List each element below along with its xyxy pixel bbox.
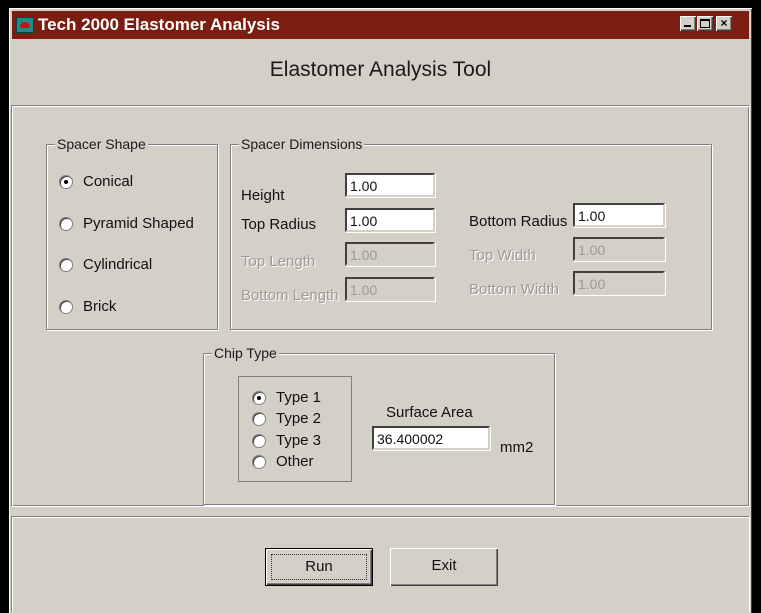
radio-other[interactable]: Other bbox=[252, 453, 314, 470]
radio-conical-label: Conical bbox=[83, 173, 134, 190]
radio-type-1[interactable]: Type 1 bbox=[252, 389, 321, 406]
maximize-button[interactable] bbox=[697, 16, 713, 31]
window-title: Tech 2000 Elastomer Analysis bbox=[38, 15, 280, 34]
radio-type-2-button[interactable] bbox=[252, 411, 266, 426]
top-radius-label: Top Radius bbox=[241, 216, 317, 233]
run-button[interactable]: Run bbox=[265, 548, 373, 586]
bottom-radius-label: Bottom Radius bbox=[469, 213, 568, 230]
app-window: Tech 2000 Elastomer Analysis × Elastomer… bbox=[9, 8, 752, 613]
top-width-input[interactable]: 1.00 bbox=[573, 237, 665, 261]
surface-area-unit: mm2 bbox=[500, 439, 534, 456]
radio-pyramid-shaped-label: Pyramid Shaped bbox=[83, 215, 194, 232]
bottom-radius-input[interactable]: 1.00 bbox=[573, 203, 665, 227]
surface-area-label: Surface Area bbox=[386, 404, 473, 421]
spacer-dimensions-group: Spacer Dimensions Height 1.00 Top Radius… bbox=[230, 136, 712, 330]
height-input[interactable]: 1.00 bbox=[345, 173, 435, 197]
radio-type-3[interactable]: Type 3 bbox=[252, 432, 321, 449]
spacer-shape-label: Spacer Shape bbox=[55, 136, 148, 152]
exit-button[interactable]: Exit bbox=[390, 548, 498, 586]
chip-type-group: Chip Type Type 1 Type 2 Type 3 Other Sur… bbox=[203, 345, 555, 505]
radio-conical[interactable]: Conical bbox=[59, 173, 133, 190]
radio-pyramid-shaped[interactable]: Pyramid Shaped bbox=[59, 215, 194, 232]
top-length-label: Top Length bbox=[241, 253, 316, 270]
bottom-length-label: Bottom Length bbox=[241, 287, 339, 304]
height-label: Height bbox=[241, 187, 285, 204]
radio-other-label: Other bbox=[276, 453, 314, 470]
radio-other-button[interactable] bbox=[252, 454, 266, 469]
radio-type-1-button[interactable] bbox=[252, 390, 266, 405]
button-panel: Run Exit bbox=[11, 516, 750, 612]
top-radius-input[interactable]: 1.00 bbox=[345, 208, 435, 232]
radio-cylindrical[interactable]: Cylindrical bbox=[59, 256, 152, 273]
radio-type-2-label: Type 2 bbox=[276, 410, 322, 427]
top-length-input[interactable]: 1.00 bbox=[345, 242, 435, 266]
run-button-label: Run bbox=[305, 558, 333, 575]
radio-brick-label: Brick bbox=[83, 298, 117, 315]
top-width-label: Top Width bbox=[469, 247, 536, 264]
app-icon[interactable] bbox=[16, 17, 34, 33]
exit-button-label: Exit bbox=[431, 557, 457, 574]
radio-brick-button[interactable] bbox=[59, 299, 73, 314]
spacer-shape-group: Spacer Shape Conical Pyramid Shaped Cyli… bbox=[46, 136, 218, 330]
page-title: Elastomer Analysis Tool bbox=[269, 58, 492, 81]
radio-brick[interactable]: Brick bbox=[59, 298, 116, 315]
radio-pyramid-shaped-button[interactable] bbox=[59, 216, 73, 231]
title-bar[interactable]: Tech 2000 Elastomer Analysis × bbox=[12, 11, 749, 39]
radio-cylindrical-label: Cylindrical bbox=[83, 256, 153, 273]
bottom-width-input[interactable]: 1.00 bbox=[573, 271, 665, 295]
spacer-dimensions-label: Spacer Dimensions bbox=[239, 136, 365, 152]
main-panel: Spacer Shape Conical Pyramid Shaped Cyli… bbox=[11, 105, 750, 507]
radio-type-3-button[interactable] bbox=[252, 433, 266, 448]
radio-type-2[interactable]: Type 2 bbox=[252, 410, 321, 427]
chip-type-options-box: Type 1 Type 2 Type 3 Other bbox=[238, 376, 352, 482]
close-button[interactable]: × bbox=[716, 16, 732, 31]
surface-area-input[interactable]: 36.400002 bbox=[372, 426, 490, 450]
radio-type-3-label: Type 3 bbox=[276, 432, 322, 449]
radio-type-1-label: Type 1 bbox=[276, 389, 322, 406]
minimize-button[interactable] bbox=[680, 16, 696, 31]
bottom-length-input[interactable]: 1.00 bbox=[345, 277, 435, 301]
radio-cylindrical-button[interactable] bbox=[59, 257, 73, 272]
chip-type-label: Chip Type bbox=[212, 345, 279, 361]
bottom-width-label: Bottom Width bbox=[469, 281, 560, 298]
radio-conical-button[interactable] bbox=[59, 174, 73, 189]
